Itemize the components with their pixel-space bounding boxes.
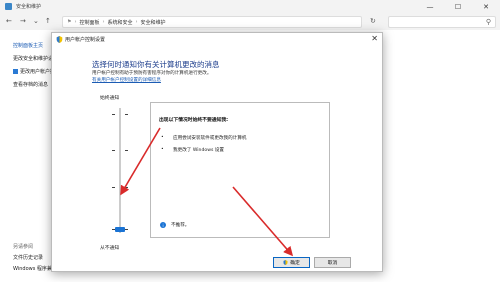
- uac-shield-icon: [283, 260, 288, 265]
- chevron-right-icon: ›: [135, 19, 138, 25]
- info-note: i 不推荐。: [160, 222, 189, 228]
- slider-bottom-label: 从不通知: [100, 246, 120, 251]
- window-controls: — ☐ ✕: [416, 0, 500, 14]
- info-note-text: 不推荐。: [171, 223, 190, 228]
- chevron-down-icon[interactable]: ⌄: [33, 17, 39, 25]
- window-title: 安全和维护: [16, 4, 42, 10]
- info-icon: i: [160, 222, 166, 228]
- title-bar: 安全和维护 — ☐ ✕: [0, 0, 500, 14]
- maximize-icon[interactable]: ☐: [444, 0, 472, 14]
- breadcrumb[interactable]: ⚑ › 控制面板 › 系统和安全 › 安全和维护: [62, 16, 362, 28]
- ok-button-label: 确定: [290, 261, 300, 266]
- slider-tick: [112, 114, 115, 115]
- slider-tick: [125, 229, 128, 230]
- chevron-right-icon: ›: [102, 19, 105, 25]
- info-panel: 出现以下情况时始终不要通知我: 应用尝试安装软件或更改我的计算机 我更改了 Wi…: [150, 102, 330, 238]
- flag-icon: ⚑: [67, 19, 72, 25]
- slider-tick: [125, 150, 128, 151]
- info-bullet: 我更改了 Windows 设置: [161, 147, 224, 153]
- slider-tick: [125, 187, 128, 188]
- chevron-right-icon: ›: [74, 19, 77, 25]
- slider-tick: [112, 187, 115, 188]
- slider-tick: [125, 114, 128, 115]
- breadcrumb-item[interactable]: 控制面板: [79, 19, 99, 26]
- ok-button[interactable]: 确定: [273, 257, 310, 268]
- minimize-icon[interactable]: —: [416, 0, 444, 14]
- info-bullet-text: 应用尝试安装软件或更改我的计算机: [173, 136, 247, 141]
- search-input[interactable]: ⚲: [388, 16, 496, 28]
- dialog-heading: 选择何时通知你有关计算机更改的消息: [92, 60, 220, 69]
- address-bar: ← → ⌄ ↑ ⚑ › 控制面板 › 系统和安全 › 安全和维护 ↻ ⚲: [0, 14, 500, 30]
- slider-thumb[interactable]: [115, 227, 125, 232]
- info-title: 出现以下情况时始终不要通知我:: [159, 118, 229, 123]
- cancel-button[interactable]: 取消: [314, 257, 351, 268]
- info-bullet-text: 我更改了 Windows 设置: [173, 148, 224, 153]
- dialog-title-bar: 用户帐户控制设置 ✕: [52, 33, 382, 46]
- search-icon: ⚲: [485, 18, 491, 26]
- breadcrumb-item[interactable]: 安全和维护: [141, 19, 166, 26]
- refresh-icon[interactable]: ↻: [370, 17, 376, 25]
- forward-arrow-icon[interactable]: →: [20, 17, 26, 25]
- close-icon[interactable]: ✕: [371, 34, 378, 43]
- back-arrow-icon[interactable]: ←: [6, 17, 12, 25]
- uac-info-link[interactable]: 有关用户帐户控制设置的详细信息: [92, 77, 161, 83]
- uac-shield-icon: [56, 36, 63, 43]
- shield-icon: [13, 69, 18, 74]
- info-bullet: 应用尝试安装软件或更改我的计算机: [161, 135, 247, 141]
- breadcrumb-item[interactable]: 系统和安全: [108, 19, 133, 26]
- control-panel-icon: [5, 3, 12, 10]
- slider-top-label: 始终通知: [100, 96, 120, 101]
- uac-settings-dialog: 用户帐户控制设置 ✕ 选择何时通知你有关计算机更改的消息 用户帐户控制有助于预防…: [51, 32, 383, 272]
- close-icon[interactable]: ✕: [472, 0, 500, 14]
- slider-track[interactable]: [119, 108, 121, 233]
- up-arrow-icon[interactable]: ↑: [45, 17, 51, 25]
- slider-tick: [112, 150, 115, 151]
- dialog-title: 用户帐户控制设置: [65, 37, 106, 43]
